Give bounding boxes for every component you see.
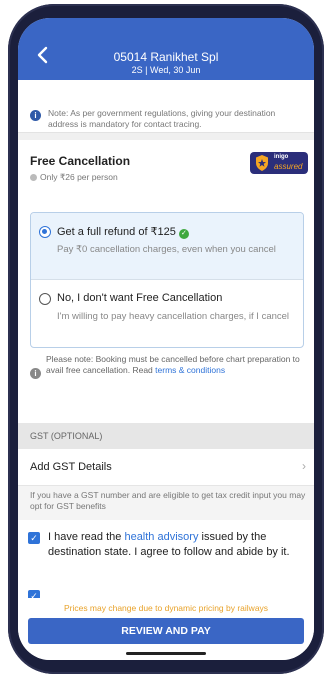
- shield-star-icon: [256, 155, 268, 171]
- price-text: Only ₹26 per person: [40, 172, 118, 182]
- home-indicator[interactable]: [126, 652, 206, 655]
- health-advisory-agreement: ✓ I have read the health advisory issued…: [18, 520, 314, 602]
- review-and-pay-button[interactable]: REVIEW AND PAY: [28, 618, 304, 644]
- badge-assured: assured: [274, 162, 303, 171]
- free-cancellation-title: Free Cancellation: [30, 154, 131, 168]
- cancellation-note-text: Please note: Booking must be cancelled b…: [46, 354, 300, 375]
- option-full-refund[interactable]: Get a full refund of ₹125 ✓ Pay ₹0 cancel…: [31, 213, 303, 280]
- free-cancellation-price: Only ₹26 per person: [30, 172, 118, 183]
- add-gst-row[interactable]: Add GST Details ›: [18, 449, 314, 486]
- info-icon: i: [30, 368, 41, 379]
- gst-section-title: GST (OPTIONAL): [30, 431, 103, 441]
- health-advisory-link[interactable]: health advisory: [124, 531, 198, 543]
- gst-info: If you have a GST number and are eligibl…: [18, 486, 314, 520]
- dynamic-pricing-note: Prices may change due to dynamic pricing…: [63, 603, 269, 613]
- option-full-refund-label: Get a full refund of ₹125 ✓: [57, 225, 189, 239]
- gst-info-text: If you have a GST number and are eligibl…: [30, 490, 306, 511]
- health-advisory-text: I have read the health advisory issued b…: [48, 531, 290, 558]
- radio-no-cancellation[interactable]: [39, 293, 51, 305]
- price-dot-icon: [30, 174, 37, 181]
- radio-full-refund[interactable]: [39, 226, 51, 238]
- footer-bar: Prices may change due to dynamic pricing…: [18, 598, 314, 660]
- app-screen: 05014 Ranikhet Spl 2S | Wed, 30 Jun i No…: [18, 18, 314, 660]
- info-icon: i: [30, 110, 41, 121]
- terms-link[interactable]: terms & conditions: [155, 365, 225, 375]
- inigo-assured-badge: inigo assured: [250, 152, 308, 174]
- option-no-cancellation[interactable]: No, I don't want Free Cancellation I'm w…: [31, 280, 303, 346]
- option-full-refund-desc: Pay ₹0 cancellation charges, even when y…: [57, 244, 276, 255]
- free-cancellation-card: Free Cancellation Only ₹26 per person in…: [18, 140, 314, 423]
- chevron-right-icon: ›: [302, 459, 306, 473]
- add-gst-label: Add GST Details: [30, 461, 112, 473]
- option-no-cancellation-label: No, I don't want Free Cancellation: [57, 292, 223, 304]
- notice-text: Note: As per government regulations, giv…: [48, 108, 276, 129]
- header-bar: 05014 Ranikhet Spl 2S | Wed, 30 Jun: [18, 18, 314, 80]
- gst-section-header: GST (OPTIONAL): [18, 423, 314, 449]
- health-advisory-checkbox[interactable]: ✓: [28, 532, 40, 544]
- option-no-cancellation-desc: I'm willing to pay heavy cancellation ch…: [57, 311, 290, 322]
- cancellation-note: i Please note: Booking must be cancelled…: [30, 354, 302, 394]
- badge-brand: inigo: [274, 154, 289, 160]
- train-name: 05014 Ranikhet Spl: [113, 50, 219, 64]
- contact-tracing-notice: i Note: As per government regulations, g…: [18, 80, 314, 133]
- cancellation-options: Get a full refund of ₹125 ✓ Pay ₹0 cancel…: [30, 212, 304, 348]
- trip-info: 2S | Wed, 30 Jun: [131, 65, 201, 75]
- verified-check-icon: ✓: [178, 229, 189, 239]
